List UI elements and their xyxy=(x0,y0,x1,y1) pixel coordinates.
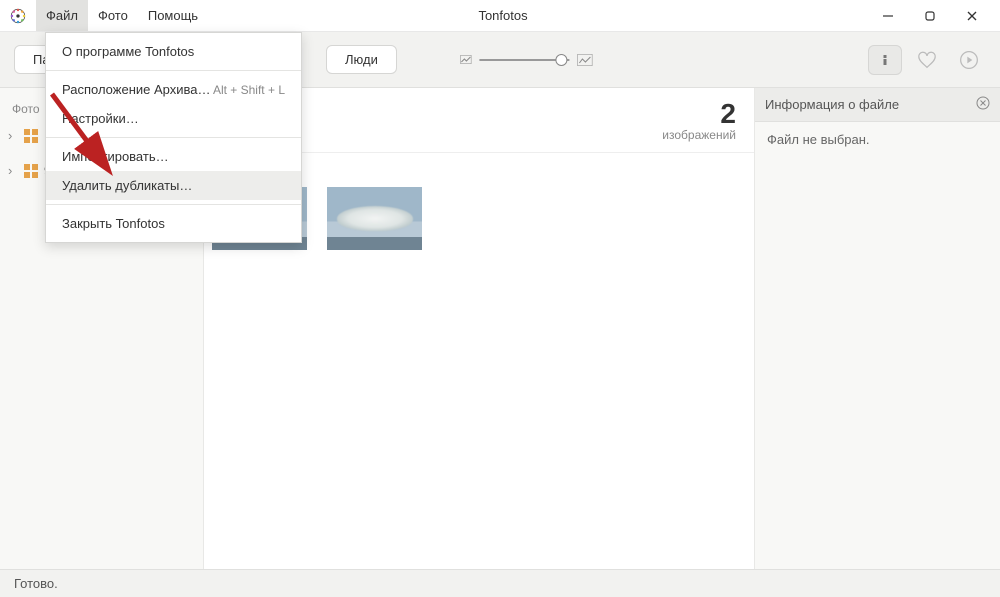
grid-icon xyxy=(24,129,38,143)
maximize-button[interactable] xyxy=(920,6,940,26)
menu-separator xyxy=(46,137,301,138)
slider-track[interactable] xyxy=(479,59,569,61)
file-menu-dropdown: О программе Tonfotos Расположение Архива… xyxy=(45,32,302,243)
menu-archive-location[interactable]: Расположение Архива… Alt + Shift + L xyxy=(46,75,301,104)
status-text: Готово. xyxy=(14,576,58,591)
thumbnail-size-slider[interactable] xyxy=(460,54,592,66)
window-title: Tonfotos xyxy=(128,8,878,23)
menu-settings[interactable]: Настройки… xyxy=(46,104,301,133)
menu-settings-label: Настройки… xyxy=(62,111,139,126)
info-empty-text: Файл не выбран. xyxy=(767,132,870,147)
grid-icon xyxy=(24,164,38,178)
menu-about-label: О программе Tonfotos xyxy=(62,44,194,59)
image-count-number: 2 xyxy=(662,100,736,128)
thumb-small-icon xyxy=(460,54,471,65)
info-panel-toggle[interactable] xyxy=(868,45,902,75)
image-count-label: изображений xyxy=(662,128,736,142)
close-button[interactable] xyxy=(962,6,982,26)
slider-thumb[interactable] xyxy=(555,54,567,66)
favorite-button[interactable] xyxy=(910,45,944,75)
menu-file[interactable]: Файл xyxy=(36,0,88,31)
info-panel-body: Файл не выбран. xyxy=(755,122,1000,157)
image-count: 2 изображений xyxy=(662,100,736,142)
chevron-right-icon: › xyxy=(8,163,18,178)
menu-archive-label: Расположение Архива… xyxy=(62,82,210,97)
toolbar-right xyxy=(868,45,986,75)
chevron-right-icon: › xyxy=(8,128,18,143)
statusbar: Готово. xyxy=(0,569,1000,597)
app-logo-icon xyxy=(8,6,28,26)
menu-archive-shortcut: Alt + Shift + L xyxy=(213,83,285,97)
titlebar: Файл Фото Помощь Tonfotos xyxy=(0,0,1000,32)
menu-import-label: Импортировать… xyxy=(62,149,169,164)
info-panel-close-icon[interactable] xyxy=(976,96,990,113)
minimize-button[interactable] xyxy=(878,6,898,26)
menu-separator xyxy=(46,70,301,71)
menu-close-app[interactable]: Закрыть Tonfotos xyxy=(46,209,301,238)
thumb-large-icon xyxy=(577,54,592,66)
info-panel-header: Информация о файле xyxy=(755,88,1000,122)
slideshow-button[interactable] xyxy=(952,45,986,75)
menu-remove-duplicates[interactable]: Удалить дубликаты… xyxy=(46,171,301,200)
info-panel-title: Информация о файле xyxy=(765,97,899,112)
menu-remove-dupes-label: Удалить дубликаты… xyxy=(62,178,192,193)
menu-import[interactable]: Импортировать… xyxy=(46,142,301,171)
info-panel: Информация о файле Файл не выбран. xyxy=(754,88,1000,569)
menu-separator xyxy=(46,204,301,205)
tab-people[interactable]: Люди xyxy=(326,45,397,74)
menu-about[interactable]: О программе Tonfotos xyxy=(46,37,301,66)
menu-close-label: Закрыть Tonfotos xyxy=(62,216,165,231)
window-controls xyxy=(878,6,1000,26)
thumbnail-2[interactable] xyxy=(327,187,422,250)
